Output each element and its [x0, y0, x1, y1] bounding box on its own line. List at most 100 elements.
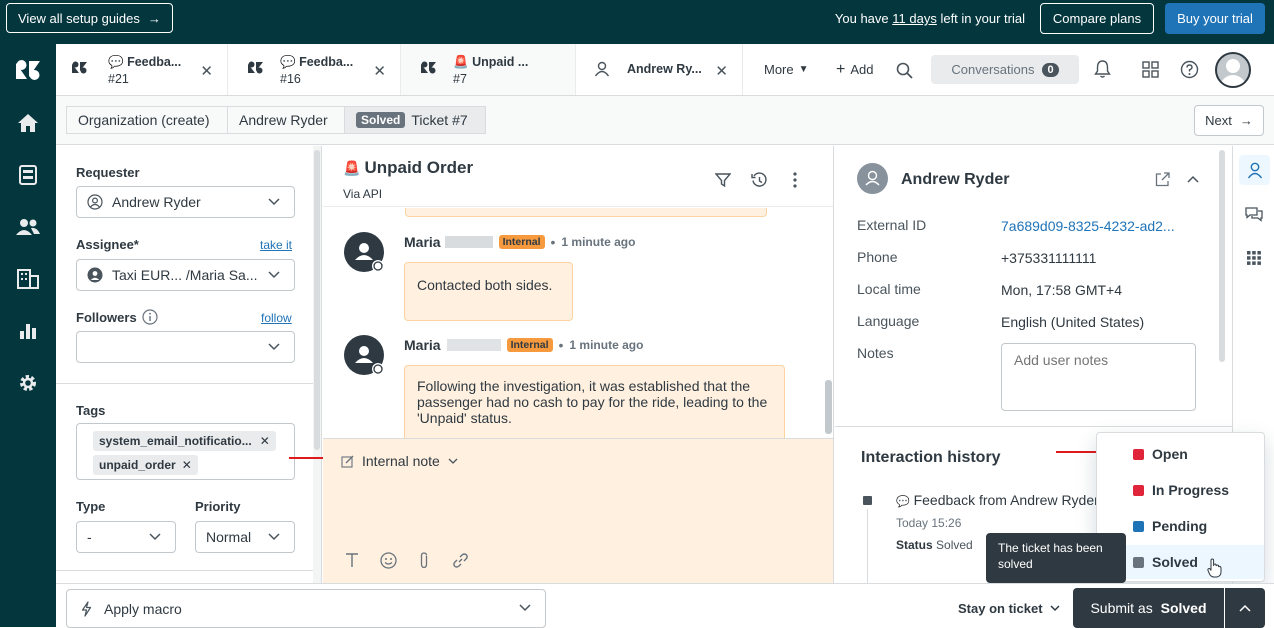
requester-field[interactable]: Andrew Ryder	[76, 186, 295, 218]
submit-status-toggle[interactable]	[1225, 588, 1265, 628]
chat-bubble-icon: 💬	[280, 55, 296, 69]
organizations-icon[interactable]	[14, 265, 42, 293]
tab-ticket-number: #16	[280, 72, 301, 86]
conversations-count-badge: 0	[1042, 62, 1059, 77]
chevron-up-icon[interactable]	[1184, 170, 1202, 188]
message-header: Maria Internal • 1 minute ago	[404, 337, 644, 353]
type-select[interactable]: -	[76, 521, 176, 553]
tags-field[interactable]: system_email_notificatio... ✕ unpaid_orde…	[76, 423, 295, 480]
user-name[interactable]: Andrew Ryder	[901, 171, 1009, 189]
next-ticket-button[interactable]: Next →	[1194, 105, 1264, 136]
tab-ticket-number: #7	[453, 72, 467, 86]
close-icon[interactable]: ✕	[200, 62, 213, 80]
apps-grid-icon[interactable]	[1244, 248, 1264, 268]
history-item-title[interactable]: 💬 Feedback from Andrew Ryder	[896, 492, 1099, 508]
submit-as-solved-button[interactable]: Submit as Solved	[1073, 588, 1224, 628]
chevron-down-icon	[448, 458, 458, 465]
conversation-pane: 🚨 Unpaid Order Via API Maria Internal • 1…	[323, 146, 834, 583]
tags-label: Tags	[76, 403, 106, 418]
attachment-icon[interactable]	[415, 551, 433, 569]
local-time-label: Local time	[857, 281, 921, 297]
follow-link[interactable]: follow	[261, 311, 292, 325]
composer-mode-selector[interactable]: Internal note	[341, 453, 458, 469]
more-tabs-button[interactable]: More ▼	[764, 62, 809, 77]
assignee-field[interactable]: Taxi EUR... /Maria Sa...	[76, 259, 295, 291]
tag-remove-icon[interactable]: ✕	[182, 458, 192, 472]
external-id-link[interactable]: 7a689d09-8325-4232-ad2...	[1001, 218, 1175, 234]
conversations-button[interactable]: Conversations 0	[931, 55, 1079, 84]
take-it-link[interactable]: take it	[260, 238, 292, 252]
status-color-marker	[1133, 485, 1144, 496]
open-external-icon[interactable]	[1153, 170, 1171, 188]
ticket-logo-icon	[72, 61, 87, 74]
interaction-history-heading: Interaction history	[861, 449, 1001, 466]
text-format-icon[interactable]	[343, 551, 361, 569]
priority-value: Normal	[206, 529, 252, 545]
close-icon[interactable]: ✕	[373, 62, 386, 80]
divider	[56, 570, 321, 571]
filter-icon[interactable]	[714, 171, 732, 189]
avatar[interactable]	[1215, 52, 1251, 88]
history-icon[interactable]	[750, 171, 768, 189]
setup-guides-button[interactable]: View all setup guides →	[6, 3, 173, 33]
stay-on-ticket-button[interactable]: Stay on ticket	[958, 601, 1060, 616]
divider	[323, 206, 833, 207]
conversations-label: Conversations	[951, 62, 1035, 77]
trial-banner: View all setup guides → You have 11 days…	[0, 0, 1274, 44]
followers-label: Followers	[76, 310, 137, 325]
tag-remove-icon[interactable]: ✕	[260, 434, 270, 448]
buy-trial-button[interactable]: Buy your trial	[1165, 3, 1265, 34]
ticket-title-text: Unpaid Order	[364, 158, 474, 177]
scrollbar[interactable]	[313, 146, 321, 583]
customers-icon[interactable]	[14, 213, 42, 241]
internal-badge: Internal	[506, 338, 553, 352]
search-icon[interactable]	[894, 60, 914, 80]
ticket-logo-icon	[248, 61, 263, 74]
trial-days-link[interactable]: 11 days	[892, 11, 937, 26]
plus-icon: +	[836, 61, 846, 78]
notes-label: Notes	[857, 345, 894, 361]
views-icon[interactable]	[14, 161, 42, 189]
conversations-icon[interactable]	[1244, 204, 1264, 224]
apply-macro-select[interactable]: Apply macro	[66, 589, 546, 628]
composer[interactable]: Internal note	[323, 438, 833, 583]
tab-feedback-16[interactable]: 💬 Feedba... #16 ✕	[228, 44, 401, 95]
reporting-icon[interactable]	[14, 317, 42, 345]
status-option-in-progress[interactable]: In Progress	[1097, 473, 1264, 507]
scrollbar[interactable]	[825, 380, 832, 434]
zendesk-logo-icon[interactable]	[14, 56, 42, 84]
tab-feedback-21[interactable]: 💬 Feedba... #21 ✕	[56, 44, 228, 95]
admin-gear-icon[interactable]	[14, 369, 42, 397]
notifications-bell-icon[interactable]	[1092, 59, 1112, 79]
setup-guides-label: View all setup guides	[18, 10, 140, 26]
breadcrumb-ticket[interactable]: Solved Ticket #7	[344, 106, 486, 134]
emoji-icon[interactable]	[379, 551, 397, 569]
add-tab-button[interactable]: + Add	[836, 61, 873, 78]
tab-unpaid-order-7[interactable]: 🚨 Unpaid ... #7	[401, 44, 576, 95]
agent-avatar	[344, 335, 384, 375]
external-id-label: External ID	[857, 217, 927, 233]
lightning-icon	[81, 600, 92, 617]
composer-mode-label: Internal note	[362, 453, 440, 469]
more-options-icon[interactable]	[786, 171, 804, 189]
tab-andrew-ryder[interactable]: Andrew Ry... ✕	[576, 44, 743, 95]
link-icon[interactable]	[451, 551, 469, 569]
compare-plans-button[interactable]: Compare plans	[1040, 3, 1154, 34]
user-notes-field[interactable]	[1001, 343, 1196, 411]
siren-icon: 🚨	[343, 159, 361, 176]
priority-select[interactable]: Normal	[195, 521, 295, 553]
help-icon[interactable]	[1179, 59, 1199, 79]
breadcrumb-organization[interactable]: Organization (create)	[66, 106, 228, 134]
status-option-label: Open	[1152, 446, 1188, 462]
products-grid-icon[interactable]	[1140, 59, 1160, 79]
info-icon[interactable]	[142, 309, 158, 325]
home-icon[interactable]	[14, 109, 42, 137]
phone-label: Phone	[857, 249, 898, 265]
divider	[835, 426, 1232, 427]
customer-context-icon[interactable]	[1239, 155, 1270, 185]
status-option-open[interactable]: Open	[1097, 437, 1264, 471]
breadcrumb-user[interactable]: Andrew Ryder	[227, 106, 345, 134]
close-icon[interactable]: ✕	[715, 62, 728, 80]
scrollbar[interactable]	[1219, 150, 1225, 362]
followers-field[interactable]	[76, 331, 295, 363]
